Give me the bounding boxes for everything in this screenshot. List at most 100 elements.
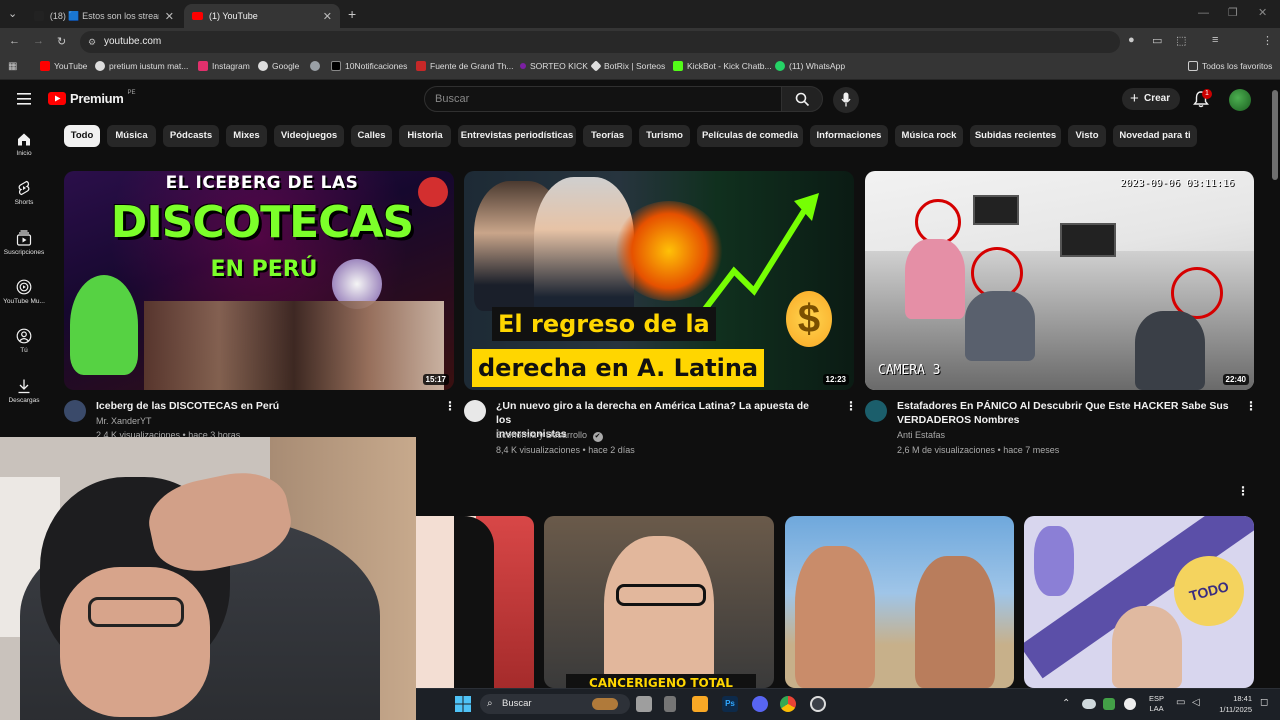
video-thumbnail[interactable]: EL ICEBERG DE LAS DISCOTECAS EN PERÚ 15:… xyxy=(64,171,454,390)
youtube-premium-logo[interactable]: Premium PE xyxy=(48,90,136,106)
extension-icon[interactable]: ▭ xyxy=(1152,34,1162,47)
bookmark-instagram[interactable]: Instagram xyxy=(198,61,250,71)
restore-icon[interactable]: ❐ xyxy=(1228,6,1238,19)
chip-novedad[interactable]: Novedad para ti xyxy=(1113,125,1197,147)
account-avatar[interactable] xyxy=(1229,89,1251,111)
app-icon[interactable] xyxy=(664,696,676,712)
shorts-menu-icon[interactable]: ⋮ xyxy=(1237,484,1249,498)
reload-icon[interactable]: ↻ xyxy=(57,35,66,48)
chip-historia[interactable]: Historia xyxy=(399,125,451,147)
short-thumbnail[interactable] xyxy=(416,516,534,688)
bookmark-10notificaciones[interactable]: 10Notificaciones xyxy=(331,61,407,71)
notification-center-icon[interactable]: ◻ xyxy=(1260,697,1268,708)
network-icon[interactable]: ▭ xyxy=(1176,697,1185,708)
tab-streamers[interactable]: (18) 🟦 Estos son los streame ✕ xyxy=(26,4,182,28)
tab-search-icon[interactable]: ⌄ xyxy=(8,7,17,20)
back-icon[interactable]: ← xyxy=(9,35,20,47)
chip-peliculas-comedia[interactable]: Películas de comedia xyxy=(697,125,803,147)
video-thumbnail[interactable]: 2023-09-06 03:11:16 CAMERA 3 22:40 xyxy=(865,171,1254,390)
chip-musica-rock[interactable]: Música rock xyxy=(895,125,963,147)
reading-list-icon[interactable]: ≡ xyxy=(1212,34,1218,46)
chip-turismo[interactable]: Turismo xyxy=(639,125,690,147)
extensions-puzzle-icon[interactable]: ⬚ xyxy=(1176,34,1186,47)
new-tab-icon[interactable]: + xyxy=(348,6,356,22)
chrome-icon[interactable] xyxy=(780,696,796,712)
chip-teorias[interactable]: Teorías xyxy=(583,125,632,147)
chip-podcasts[interactable]: Pódcasts xyxy=(163,125,219,147)
chip-calles[interactable]: Calles xyxy=(351,125,392,147)
bookmark-sorteo-kick[interactable]: SORTEO KICK xyxy=(520,61,588,71)
video-title[interactable]: Iceberg de las DISCOTECAS en Perú xyxy=(96,399,436,413)
tray-app-icon[interactable] xyxy=(1124,698,1136,710)
file-explorer-icon[interactable] xyxy=(692,696,708,712)
short-thumbnail[interactable]: TODO xyxy=(1024,516,1254,688)
obs-icon[interactable] xyxy=(810,696,826,712)
close-tab-icon[interactable]: ✕ xyxy=(165,10,174,23)
sidebar-item-subscriptions[interactable]: Suscripciones xyxy=(0,230,48,256)
menu-icon[interactable]: ⋮ xyxy=(1262,34,1273,47)
tray-app-icon[interactable] xyxy=(1103,698,1115,710)
sidebar-item-shorts[interactable]: Shorts xyxy=(0,180,48,206)
channel-avatar[interactable] xyxy=(464,400,486,422)
video-title[interactable]: Estafadores En PÁNICO Al Descubrir Que E… xyxy=(897,399,1237,427)
chip-informaciones[interactable]: Informaciones xyxy=(810,125,888,147)
chip-visto[interactable]: Visto xyxy=(1068,125,1106,147)
chip-musica[interactable]: Música xyxy=(107,125,156,147)
short-thumbnail[interactable]: CANCERIGENO TOTAL xyxy=(544,516,774,688)
short-thumbnail[interactable] xyxy=(785,516,1014,688)
chip-mixes[interactable]: Mixes xyxy=(226,125,267,147)
tab-youtube[interactable]: (1) YouTube ✕ xyxy=(184,4,340,28)
bookmark-google[interactable]: Google xyxy=(258,61,299,71)
bookmark-pretium[interactable]: pretium iustum mat... xyxy=(95,61,188,71)
sidebar-item-home[interactable]: Inicio xyxy=(0,131,48,157)
close-tab-icon[interactable]: ✕ xyxy=(323,10,332,23)
channel-name[interactable]: Mr. XanderYT xyxy=(96,414,152,428)
photoshop-icon[interactable]: Ps xyxy=(722,696,738,712)
channel-name[interactable]: Anti Estafas xyxy=(897,428,945,442)
windows-start-icon[interactable] xyxy=(455,696,471,712)
extension-icon[interactable]: ● xyxy=(1128,34,1135,46)
tray-overflow-icon[interactable]: ⌃ xyxy=(1062,698,1070,709)
bookmark-youtube[interactable]: YouTube xyxy=(40,61,87,71)
taskbar-search[interactable]: ⌕ Buscar xyxy=(480,694,630,714)
language-indicator[interactable]: ESP LAA xyxy=(1149,694,1164,714)
create-button[interactable]: + Crear xyxy=(1122,88,1180,110)
bookmark-kickbot[interactable]: KickBot - Kick Chatb... xyxy=(673,61,772,71)
channel-name[interactable]: Economía y Desarrollo ✔ xyxy=(496,428,603,442)
all-bookmarks[interactable]: Todos los favoritos xyxy=(1188,61,1272,71)
channel-avatar[interactable] xyxy=(64,400,86,422)
hamburger-menu-icon[interactable] xyxy=(17,92,31,110)
bookmark-unnamed[interactable] xyxy=(310,61,320,71)
sidebar-item-you[interactable]: Tú xyxy=(0,328,48,354)
bookmark-gta-source[interactable]: Fuente de Grand Th... xyxy=(416,61,513,71)
site-info-icon[interactable]: ⚙ xyxy=(88,31,96,53)
search-button[interactable] xyxy=(781,86,823,112)
clock[interactable]: 18:41 1/11/2025 xyxy=(1212,693,1252,715)
task-view-icon[interactable] xyxy=(636,696,652,712)
video-menu-icon[interactable]: ⋮ xyxy=(444,399,456,413)
video-thumbnail[interactable]: $ El regreso de la derecha en A. Latina … xyxy=(464,171,854,390)
bookmark-whatsapp[interactable]: (11) WhatsApp xyxy=(775,61,845,71)
notifications-button[interactable]: 1 xyxy=(1193,89,1212,113)
voice-search-button[interactable] xyxy=(833,87,859,113)
sidebar-item-youtube-music[interactable]: YouTube Mu... xyxy=(0,279,48,305)
apps-icon[interactable]: ▦ xyxy=(8,61,17,72)
channel-avatar[interactable] xyxy=(865,400,887,422)
close-window-icon[interactable]: ✕ xyxy=(1258,6,1267,19)
address-bar[interactable]: ⚙ youtube.com xyxy=(80,31,1120,53)
chip-entrevistas[interactable]: Entrevistas periodísticas xyxy=(458,125,576,147)
onedrive-icon[interactable] xyxy=(1082,699,1096,709)
video-menu-icon[interactable]: ⋮ xyxy=(1245,399,1257,413)
minimize-icon[interactable]: — xyxy=(1198,7,1209,19)
discord-icon[interactable] xyxy=(752,696,768,712)
forward-icon[interactable]: → xyxy=(33,35,44,47)
search-input[interactable]: Buscar xyxy=(424,86,782,112)
chip-videojuegos[interactable]: Videojuegos xyxy=(274,125,344,147)
video-menu-icon[interactable]: ⋮ xyxy=(845,399,857,413)
chip-todo[interactable]: Todo xyxy=(64,125,100,147)
sidebar-item-downloads[interactable]: Descargas xyxy=(0,378,48,404)
page-scrollbar[interactable] xyxy=(1272,90,1278,180)
chip-subidas-recientes[interactable]: Subidas recientes xyxy=(970,125,1061,147)
bookmark-botrix[interactable]: BotRix | Sorteos xyxy=(590,60,665,72)
volume-icon[interactable]: ◁ xyxy=(1192,697,1200,708)
